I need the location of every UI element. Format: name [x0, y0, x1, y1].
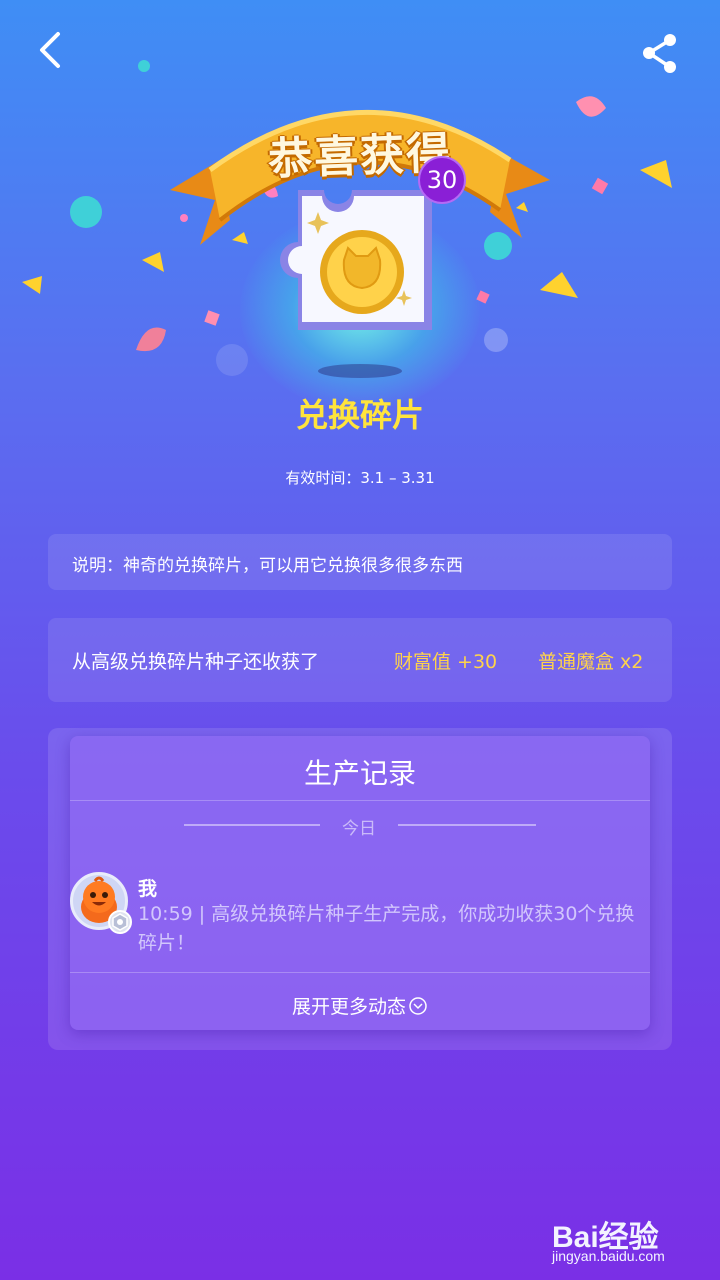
expand-more-label: 展开更多动态: [291, 996, 406, 1018]
description-card: 说明：神奇的兑换碎片，可以用它兑换很多很多东西: [48, 534, 672, 590]
harvest-text: 从高级兑换碎片种子还收获了: [72, 651, 320, 673]
day-label: 今日: [342, 819, 376, 839]
record-text: 10:59 | 高级兑换碎片种子生产完成，你成功收获30个兑换碎片！: [138, 903, 635, 954]
divider: [398, 824, 536, 826]
item-title: 兑换碎片: [295, 396, 424, 434]
watermark-url: jingyan.baidu.com: [552, 1248, 665, 1264]
reward-magic-box: 普通魔盒 x2: [538, 651, 644, 673]
harvest-card: 从高级兑换碎片种子还收获了 财富值 +30 普通魔盒 x2: [48, 618, 672, 702]
divider: [70, 800, 650, 801]
item-shadow: [318, 364, 402, 378]
validity-period: 有效时间：3.1 – 3.31: [285, 469, 435, 487]
description-text: 说明：神奇的兑换碎片，可以用它兑换很多很多东西: [72, 556, 463, 576]
reward-hero: 恭喜获得 30: [0, 39, 720, 410]
records-title: 生产记录: [303, 757, 416, 790]
expand-more-button[interactable]: 展开更多动态: [70, 992, 650, 1019]
baidu-watermark: Bai经验 jingyan.baidu.com: [552, 1212, 692, 1268]
record-user-name: 我: [138, 878, 158, 900]
production-records-card: 生产记录 今日 我 10:59 | 高级兑换碎片种子生产完成，你成功收获30个兑…: [70, 736, 650, 1030]
production-records-panel: 生产记录 今日 我 10:59 | 高级兑换碎片种子生产完成，你成功收获30个兑…: [48, 728, 672, 1050]
level-badge-icon: [108, 910, 132, 934]
divider: [184, 824, 320, 826]
item-count-badge: 30: [418, 156, 466, 204]
divider: [70, 972, 650, 973]
puzzle-coin-icon: [280, 190, 432, 330]
chevron-down-circle-icon: [409, 997, 427, 1015]
reward-wealth: 财富值 +30: [394, 651, 498, 673]
